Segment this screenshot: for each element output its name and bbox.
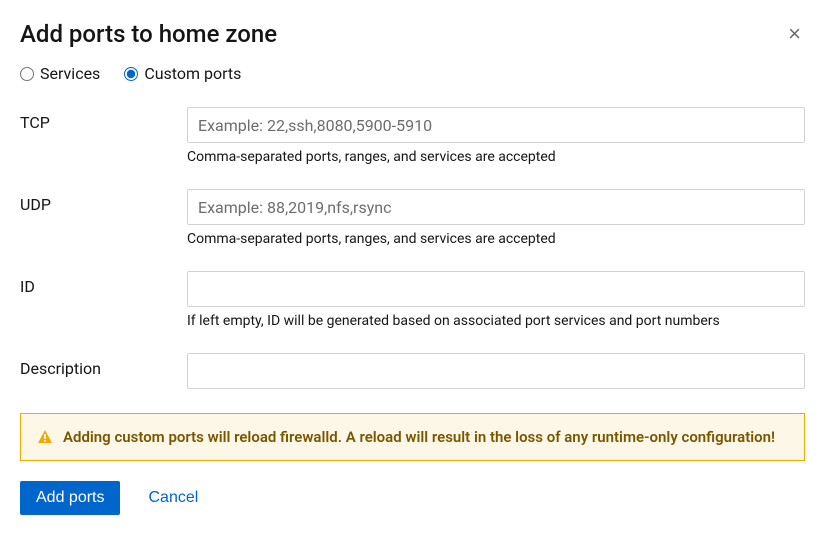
close-button[interactable]: × (784, 23, 805, 45)
form-row-udp: UDP Comma-separated ports, ranges, and s… (20, 189, 805, 247)
services-radio[interactable] (20, 67, 34, 81)
description-input[interactable] (187, 353, 805, 389)
id-input[interactable] (187, 271, 805, 307)
udp-input[interactable] (187, 189, 805, 225)
udp-label: UDP (20, 189, 187, 247)
form-row-tcp: TCP Comma-separated ports, ranges, and s… (20, 107, 805, 165)
warning-text: Adding custom ports will reload firewall… (63, 428, 775, 446)
id-label: ID (20, 271, 187, 329)
cancel-button[interactable]: Cancel (132, 481, 214, 515)
description-label: Description (20, 353, 187, 389)
form-row-description: Description (20, 353, 805, 389)
tcp-field-wrapper: Comma-separated ports, ranges, and servi… (187, 107, 805, 165)
tcp-input[interactable] (187, 107, 805, 143)
udp-help-text: Comma-separated ports, ranges, and servi… (187, 231, 805, 247)
warning-alert: Adding custom ports will reload firewall… (20, 413, 805, 461)
radio-option-services[interactable]: Services (20, 64, 100, 83)
radio-option-custom-ports[interactable]: Custom ports (124, 64, 241, 83)
custom-ports-radio[interactable] (124, 67, 138, 81)
add-ports-button[interactable]: Add ports (20, 481, 120, 515)
description-field-wrapper (187, 353, 805, 389)
dialog-header: Add ports to home zone × (20, 20, 805, 48)
tcp-label: TCP (20, 107, 187, 165)
close-icon: × (788, 21, 801, 46)
dialog-title: Add ports to home zone (20, 20, 277, 48)
tcp-help-text: Comma-separated ports, ranges, and servi… (187, 149, 805, 165)
id-field-wrapper: If left empty, ID will be generated base… (187, 271, 805, 329)
services-radio-label[interactable]: Services (40, 64, 100, 83)
button-row: Add ports Cancel (20, 481, 805, 515)
radio-group: Services Custom ports (20, 64, 805, 83)
form-row-id: ID If left empty, ID will be generated b… (20, 271, 805, 329)
custom-ports-radio-label[interactable]: Custom ports (144, 64, 241, 83)
udp-field-wrapper: Comma-separated ports, ranges, and servi… (187, 189, 805, 247)
id-help-text: If left empty, ID will be generated base… (187, 313, 805, 329)
warning-icon (37, 429, 53, 445)
